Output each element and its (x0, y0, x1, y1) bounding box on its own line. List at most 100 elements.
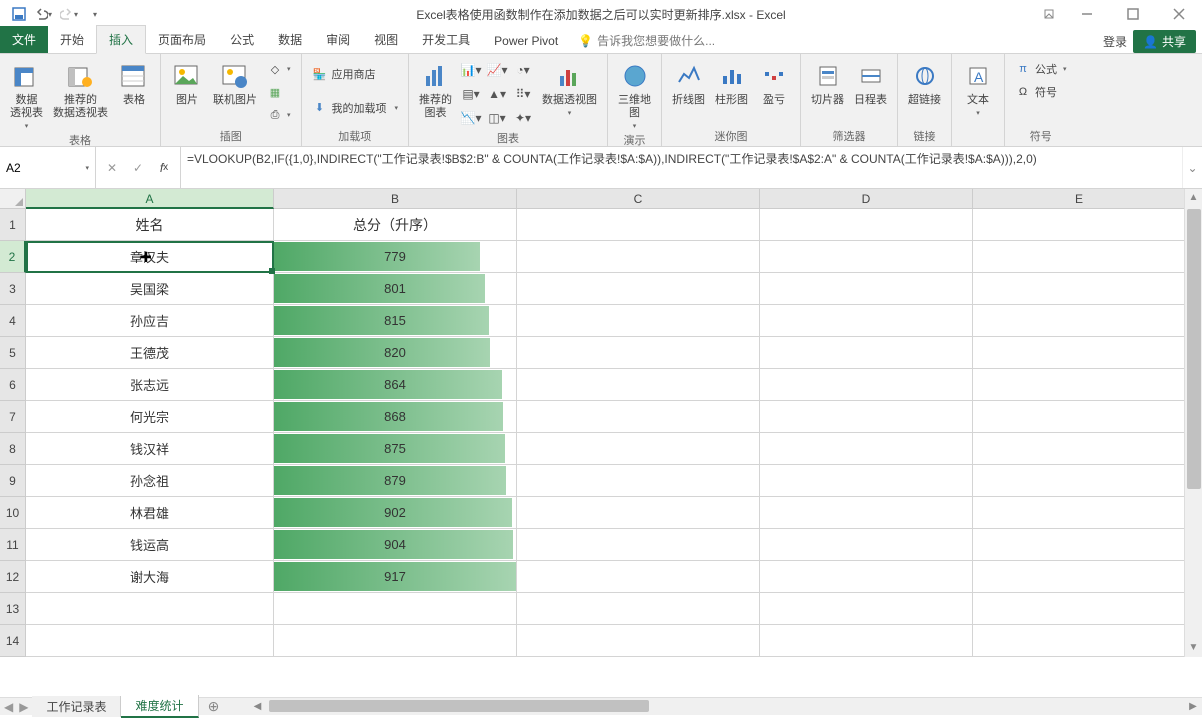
formula-input[interactable]: =VLOOKUP(B2,IF({1,0},INDIRECT("工作记录表!$B$… (181, 147, 1182, 188)
sparkline-winloss-button[interactable]: 盈亏 (754, 58, 794, 109)
undo-button[interactable]: ▾ (34, 3, 56, 25)
chart-column-button[interactable]: 📊▾ (458, 58, 484, 82)
cell[interactable]: 868 (274, 401, 517, 433)
scroll-thumb-v[interactable] (1187, 209, 1201, 489)
tab-file[interactable]: 文件 (0, 26, 48, 53)
name-box-input[interactable] (6, 161, 66, 175)
row-header[interactable]: 5 (0, 337, 26, 369)
name-box[interactable]: ▾ (0, 147, 96, 188)
cell[interactable] (760, 241, 973, 273)
cell[interactable] (973, 433, 1186, 465)
minimize-button[interactable] (1064, 0, 1110, 28)
cell[interactable]: 779 (274, 241, 517, 273)
qat-customize[interactable]: ▾ (86, 3, 108, 25)
pictures-button[interactable]: 图片 (167, 58, 207, 109)
tab-formulas[interactable]: 公式 (218, 26, 266, 53)
sparkline-column-button[interactable]: 柱形图 (711, 58, 752, 109)
cell[interactable]: 谢大海 (26, 561, 274, 593)
cell[interactable]: 孙应吉 (26, 305, 274, 337)
formula-expand-button[interactable]: ⌄ (1182, 147, 1202, 188)
cell[interactable]: 904 (274, 529, 517, 561)
cell[interactable] (760, 433, 973, 465)
cell[interactable] (517, 465, 760, 497)
tab-home[interactable]: 开始 (48, 26, 96, 53)
col-header-A[interactable]: A (26, 189, 274, 209)
cell[interactable] (760, 561, 973, 593)
timeline-button[interactable]: 日程表 (850, 58, 891, 109)
tell-me[interactable]: 💡告诉我您想要做什么... (570, 28, 723, 53)
cell[interactable] (973, 561, 1186, 593)
cell[interactable]: 林君雄 (26, 497, 274, 529)
pivot-chart-button[interactable]: 数据透视图▾ (538, 58, 601, 119)
cell[interactable] (517, 497, 760, 529)
row-header[interactable]: 4 (0, 305, 26, 337)
cell[interactable] (760, 497, 973, 529)
vertical-scrollbar[interactable]: ▲ ▼ (1184, 189, 1202, 657)
app-store-button[interactable]: 🏪应用商店 (308, 63, 403, 85)
close-button[interactable] (1156, 0, 1202, 28)
chart-bar-button[interactable]: ▤▾ (458, 82, 484, 106)
maximize-button[interactable] (1110, 0, 1156, 28)
pivot-table-button[interactable]: 数据 透视表▾ (6, 58, 47, 132)
cell[interactable] (973, 305, 1186, 337)
cell[interactable] (973, 337, 1186, 369)
cell[interactable] (760, 369, 973, 401)
tab-insert[interactable]: 插入 (96, 25, 146, 54)
chart-area-button[interactable]: ▲▾ (484, 82, 510, 106)
cell[interactable] (274, 593, 517, 625)
cell[interactable] (760, 529, 973, 561)
online-pictures-button[interactable]: 联机图片 (209, 58, 261, 109)
cell[interactable]: 879 (274, 465, 517, 497)
scroll-right-button[interactable]: ▶ (1184, 698, 1202, 716)
cell[interactable]: 801 (274, 273, 517, 305)
chart-stock-button[interactable]: 📉▾ (458, 106, 484, 130)
col-header-E[interactable]: E (973, 189, 1186, 208)
tab-review[interactable]: 审阅 (314, 26, 362, 53)
cell[interactable]: 王德茂 (26, 337, 274, 369)
scroll-thumb-h[interactable] (269, 700, 649, 712)
cell[interactable] (26, 593, 274, 625)
fx-button[interactable]: fx (152, 147, 176, 188)
hyperlink-button[interactable]: 超链接 (904, 58, 945, 109)
cell[interactable] (760, 593, 973, 625)
textbox-button[interactable]: A文本▾ (958, 58, 998, 119)
equation-button[interactable]: π公式▾ (1011, 58, 1071, 80)
chart-pie-button[interactable]: ◔▾ (510, 58, 536, 82)
cell[interactable]: 815 (274, 305, 517, 337)
scroll-left-button[interactable]: ◀ (249, 698, 267, 716)
cell[interactable]: 何光宗 (26, 401, 274, 433)
col-header-C[interactable]: C (517, 189, 760, 208)
cell[interactable] (26, 625, 274, 657)
cell[interactable] (517, 337, 760, 369)
tab-developer[interactable]: 开发工具 (410, 26, 482, 53)
cell[interactable]: 吴国梁 (26, 273, 274, 305)
cell[interactable] (517, 209, 760, 241)
cell[interactable]: 902 (274, 497, 517, 529)
cell[interactable] (517, 529, 760, 561)
chart-radar-button[interactable]: ✦▾ (510, 106, 536, 130)
cell[interactable]: 917 (274, 561, 517, 593)
row-header[interactable]: 2 (0, 241, 26, 273)
tab-view[interactable]: 视图 (362, 26, 410, 53)
cell[interactable]: 章汉夫 (26, 241, 274, 273)
cell[interactable] (517, 401, 760, 433)
login-link[interactable]: 登录 (1103, 33, 1127, 50)
name-box-dropdown[interactable]: ▾ (85, 164, 89, 172)
cell[interactable]: 总分（升序） (274, 209, 517, 241)
cell[interactable] (760, 625, 973, 657)
chart-scatter-button[interactable]: ⠿▾ (510, 82, 536, 106)
sheet-tab-1[interactable]: 工作记录表 (32, 696, 121, 717)
sheet-nav-buttons[interactable]: ◀▶ (0, 698, 32, 715)
tab-data[interactable]: 数据 (266, 26, 314, 53)
tab-powerpivot[interactable]: Power Pivot (482, 29, 570, 53)
cell[interactable] (760, 273, 973, 305)
cell[interactable] (973, 401, 1186, 433)
cell[interactable] (973, 529, 1186, 561)
cell[interactable]: 孙念祖 (26, 465, 274, 497)
col-header-D[interactable]: D (760, 189, 973, 208)
cell[interactable] (973, 625, 1186, 657)
cell[interactable] (760, 465, 973, 497)
row-header[interactable]: 11 (0, 529, 26, 561)
horizontal-scrollbar[interactable]: ◀ ▶ (249, 698, 1202, 715)
redo-button[interactable]: ▾ (60, 3, 82, 25)
